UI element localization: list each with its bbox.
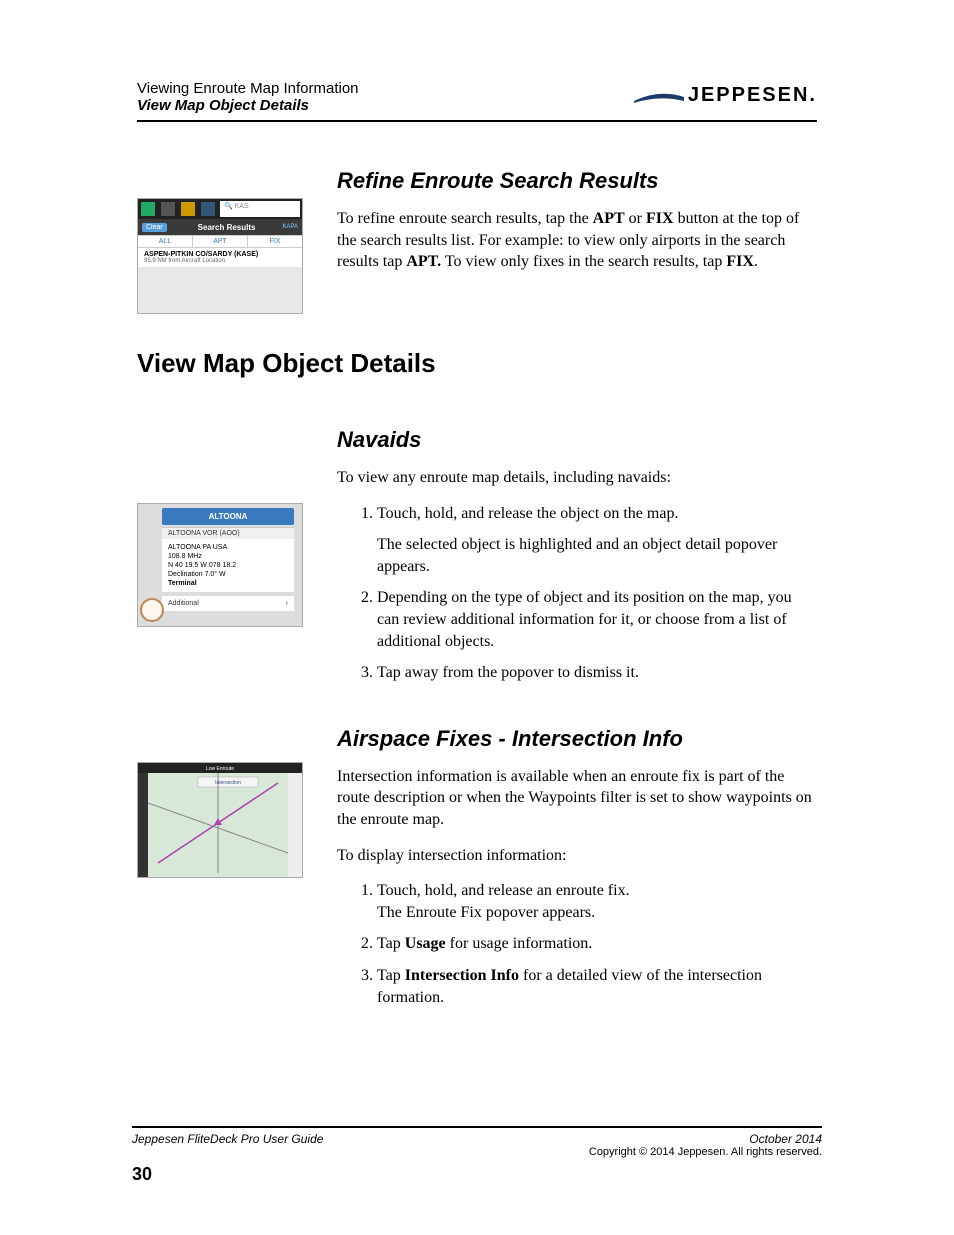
footer-guide: Jeppesen FliteDeck Pro User Guide [132, 1132, 323, 1146]
toolbar-layers-icon [181, 202, 195, 216]
fix-step2b: Usage [405, 935, 446, 952]
page-number: 30 [132, 1164, 822, 1185]
nav-line5: Terminal [168, 579, 288, 588]
footer-copyright: Copyright © 2014 Jeppesen. All rights re… [132, 1146, 822, 1158]
toolbar-globe-icon [201, 202, 215, 216]
step1-detail: The selected object is highlighted and a… [377, 534, 817, 577]
brand-logo: JEPPESEN. [634, 84, 817, 107]
fixes-p1: Intersection information is available wh… [337, 766, 817, 831]
svg-text:Intersection: Intersection [215, 780, 241, 786]
nav-line4: Declination 7.0° W [168, 570, 288, 579]
nav-line3: N 40 19.5 W 078 18.2 [168, 561, 288, 570]
figure-navaid-popover: ALTOONA ALTOONA VOR (AOO) ALTOONA PA USA… [137, 503, 303, 627]
search-results-title: Search Results [171, 223, 283, 232]
logo-swoosh-icon [634, 91, 684, 101]
fixes-p2: To display intersection information: [337, 845, 817, 867]
heading-refine: Refine Enroute Search Results [337, 168, 817, 194]
heading-airspace-fixes: Airspace Fixes - Intersection Info [337, 726, 817, 752]
additional-label: Additional [168, 600, 199, 607]
heading-navaids: Navaids [337, 427, 817, 453]
step2: Depending on the type of object and its … [377, 587, 817, 652]
step3: Tap away from the popover to dismiss it. [377, 662, 817, 684]
chevron-right-icon: › [286, 600, 288, 607]
fix-step1a: Touch, hold, and release an enroute fix. [377, 882, 630, 899]
fix-step3b: Intersection Info [405, 967, 519, 984]
fig3-toplabel: Low Enroute [206, 766, 234, 772]
fix-step2c: for usage information. [446, 935, 593, 952]
search-field-mock: 🔍 KAS [220, 201, 300, 217]
kapa-label: KAPA [282, 224, 298, 230]
step1: Touch, hold, and release the object on t… [377, 505, 678, 522]
tab-all-mock: ALL [138, 236, 193, 247]
fix-step1b: The Enroute Fix popover appears. [377, 904, 595, 921]
heading-view-map-object-details: View Map Object Details [137, 348, 817, 379]
popover-title: ALTOONA [162, 508, 294, 525]
tab-apt-mock: APT [193, 236, 248, 247]
footer-rule [132, 1126, 822, 1128]
figure-search-results: 🔍 KAS Clear Search Results KAPA ALL APT … [137, 198, 303, 314]
toolbar-sun-icon [161, 202, 175, 216]
fix-step2a: Tap [377, 935, 405, 952]
popover-sub: ALTOONA VOR (AOO) [162, 527, 294, 539]
logo-text: JEPPESEN. [688, 84, 817, 107]
figure-intersection-info: Low Enroute Intersection [137, 762, 303, 878]
footer-date: October 2014 [749, 1132, 822, 1146]
toolbar-icon [141, 202, 155, 216]
nav-line1: ALTOONA PA USA [168, 543, 288, 552]
fixes-steps: Touch, hold, and release an enroute fix.… [337, 880, 817, 1008]
para-refine: To refine enroute search results, tap th… [337, 208, 817, 273]
navaids-steps: Touch, hold, and release the object on t… [337, 503, 817, 684]
compass-rose-icon [140, 598, 164, 622]
navaids-intro: To view any enroute map details, includi… [337, 467, 817, 489]
fix-step3a: Tap [377, 967, 405, 984]
clear-button-mock: Clear [142, 223, 167, 232]
result-sub: 95.9 NM from Aircraft Location [144, 258, 296, 264]
tab-fix-mock: FIX [248, 236, 302, 247]
result-main: ASPEN-PITKIN CO/SARDY (KASE) [144, 251, 296, 258]
header-rule [137, 120, 817, 122]
nav-line2: 108.8 MHz [168, 552, 288, 561]
